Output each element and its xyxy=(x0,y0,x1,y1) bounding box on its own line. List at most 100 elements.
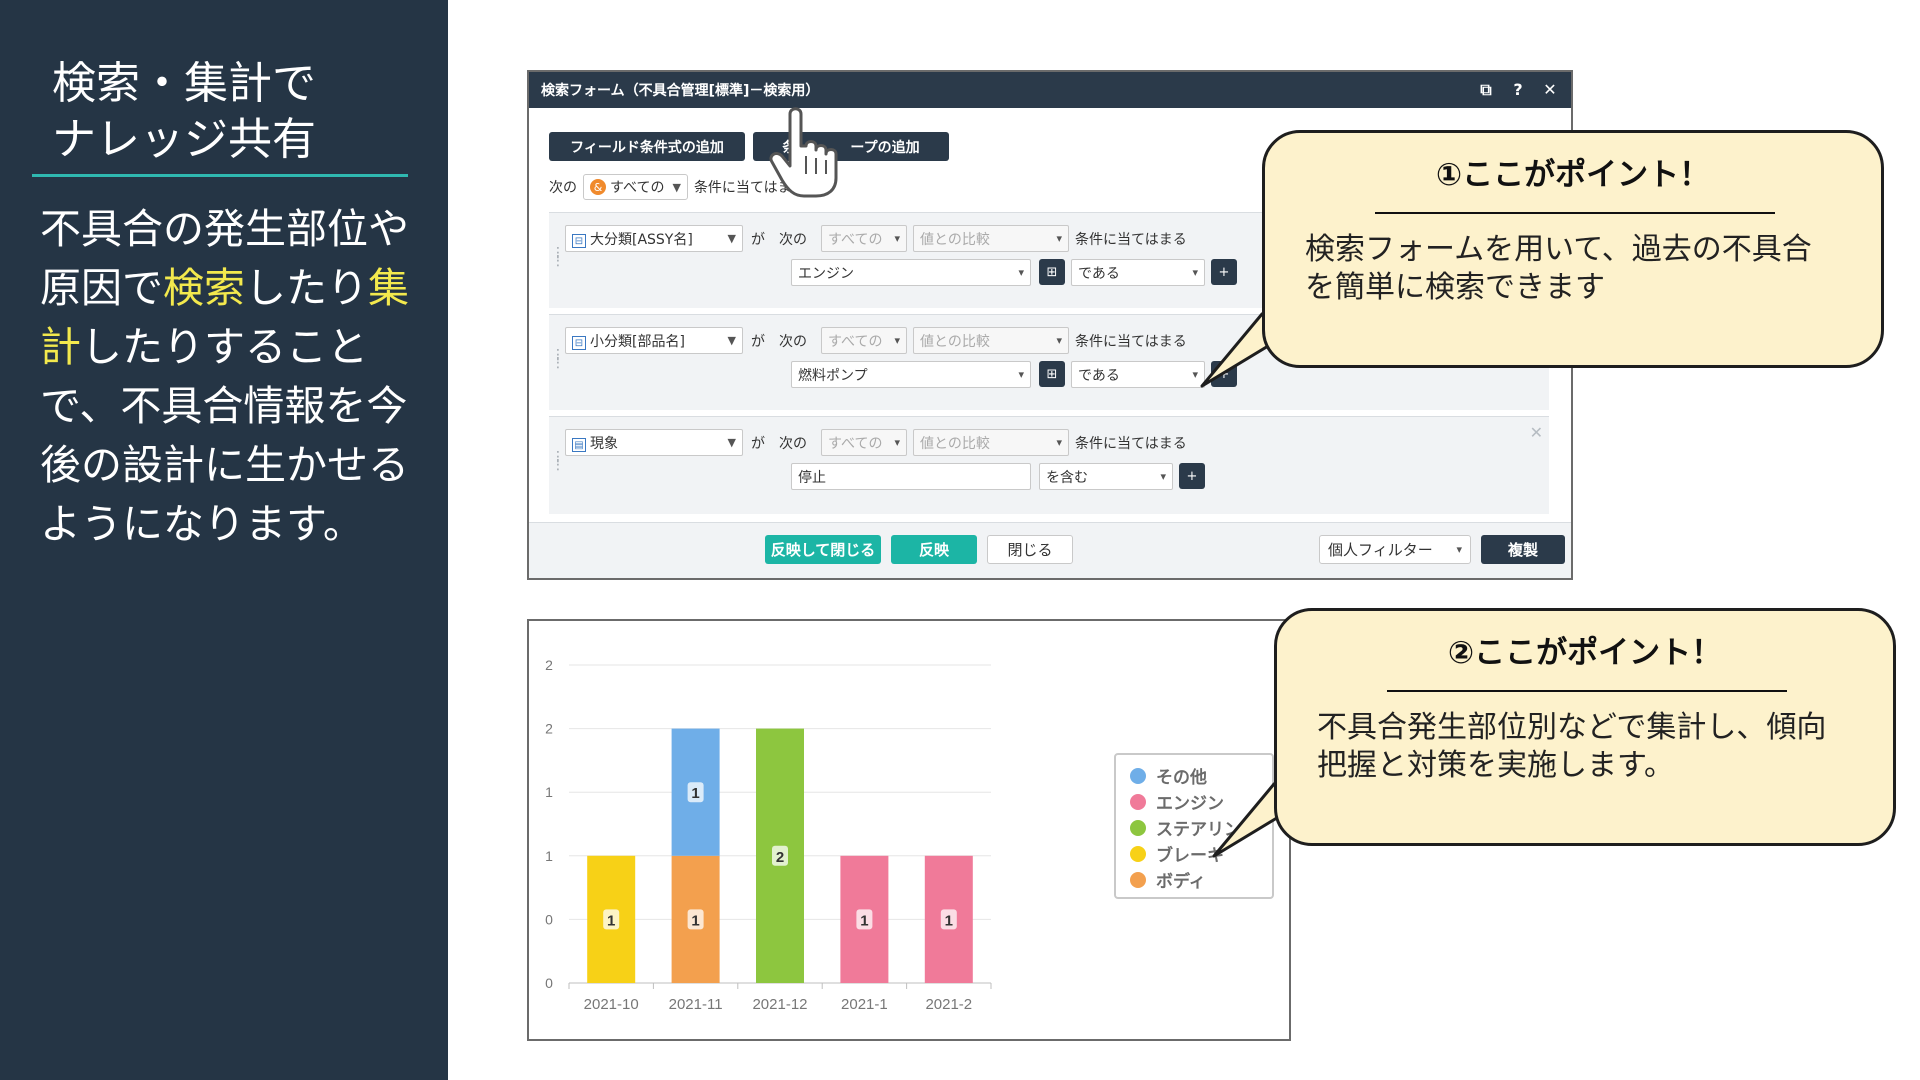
body-seg: したりすること xyxy=(81,323,368,371)
chevron-down-icon: ▾ xyxy=(1056,232,1062,245)
tsugi-label: 次の xyxy=(779,231,807,248)
y-tick-label: 0 xyxy=(545,975,553,991)
condition-operator-value: を含む xyxy=(1046,469,1088,486)
condition-compare-value: 値との比較 xyxy=(920,333,990,350)
add-value-icon[interactable]: + xyxy=(1211,259,1237,285)
callout-point-2: ②ここがポイント！ 不具合発生部位別などで集計し、傾向 把握と対策を実施します。 xyxy=(1274,608,1896,846)
left-panel: 検索・集計で ナレッジ共有 不具合の発生部位や 原因で検索したり集 計したりする… xyxy=(0,0,448,1080)
drag-handle-icon[interactable]: ⋮ ⋮ xyxy=(551,348,565,370)
legend-item-body[interactable]: ボディ xyxy=(1130,867,1206,892)
callout1-rule xyxy=(1375,212,1775,214)
legend-item-other[interactable]: その他 xyxy=(1130,763,1207,788)
condition-operator-select[interactable]: を含む ▾ xyxy=(1039,463,1173,490)
y-tick-label: 0 xyxy=(545,911,553,927)
condition-all-select[interactable]: すべての ▾ xyxy=(821,225,907,252)
chevron-down-icon: ▼ xyxy=(727,334,736,347)
apply-button[interactable]: 反映 xyxy=(891,535,977,564)
body-seg: 原因で xyxy=(40,264,163,312)
slide-title: 検索・集計で ナレッジ共有 xyxy=(52,56,316,168)
legend-swatch xyxy=(1130,871,1146,888)
legend-item-engine[interactable]: エンジン xyxy=(1130,789,1224,814)
help-icon[interactable]: ? xyxy=(1509,80,1527,100)
pointer-hand-icon xyxy=(769,107,838,198)
body-line-6: ようになります。 xyxy=(40,495,440,554)
close-icon[interactable]: ✕ xyxy=(1541,80,1559,100)
add-value-icon[interactable]: + xyxy=(1179,463,1205,489)
chevron-down-icon: ▼ xyxy=(672,180,681,194)
condition-all-value: すべての xyxy=(828,333,883,350)
data-label: 1 xyxy=(691,785,699,802)
condition-value: 停止 xyxy=(798,469,826,486)
condition-compare-value: 値との比較 xyxy=(920,435,990,452)
callout1-text-line2: を簡単に検索できます xyxy=(1305,270,1605,305)
legend-swatch xyxy=(1130,767,1146,784)
body-seg: で、不具合情報を今 xyxy=(40,382,408,430)
expand-icon[interactable]: ⧉ xyxy=(1477,80,1495,100)
legend-item-brake[interactable]: ブレーキ xyxy=(1130,841,1224,866)
field-icon: ▤ xyxy=(572,438,586,452)
data-label: 1 xyxy=(945,912,953,929)
condition-field-value: 大分類[ASSY名] xyxy=(590,231,693,248)
condition-operator-select[interactable]: である ▾ xyxy=(1071,259,1205,286)
condition-field-value: 小分類[部品名] xyxy=(590,333,685,350)
drag-handle-icon[interactable]: ⋮ ⋮ xyxy=(551,450,565,472)
condition-value-input[interactable]: 停止 xyxy=(791,463,1031,490)
condition-all-value: すべての xyxy=(828,231,883,248)
condition-value-select[interactable]: エンジン ▾ xyxy=(791,259,1031,286)
condition-compare-select[interactable]: 値との比較 ▾ xyxy=(913,225,1069,252)
y-tick-label: 2 xyxy=(545,657,553,673)
data-label: 1 xyxy=(860,912,868,929)
close-button[interactable]: 閉じる xyxy=(987,535,1073,564)
lookup-icon[interactable]: ⊞ xyxy=(1039,259,1065,285)
body-seg: 後の設計に生かせる xyxy=(40,441,409,489)
titlebar-icons: ⧉ ? ✕ xyxy=(1477,80,1559,100)
condition-all-select[interactable]: すべての ▾ xyxy=(821,327,907,354)
condition-operator-value: である xyxy=(1078,265,1120,282)
lookup-icon[interactable]: ⊞ xyxy=(1039,361,1065,387)
condition-operator-select[interactable]: である ▾ xyxy=(1071,361,1205,388)
chevron-down-icon: ▼ xyxy=(727,232,736,245)
chevron-down-icon: ▾ xyxy=(1192,368,1198,381)
tsugi-label: 次の xyxy=(779,435,807,452)
condition-all-value: すべての xyxy=(828,435,883,452)
personal-filter-select[interactable]: 個人フィルター ▾ xyxy=(1319,535,1471,564)
legend-swatch xyxy=(1130,793,1146,810)
body-seg: 不具合の発生部位や xyxy=(40,205,409,253)
chevron-down-icon: ▾ xyxy=(1056,334,1062,347)
add-group-label-tail: ープの追加 xyxy=(850,139,920,156)
drag-handle-icon[interactable]: ⋮ ⋮ xyxy=(551,246,565,268)
legend-swatch xyxy=(1130,819,1146,836)
condition-block-3: ✕ ⋮ ⋮ ▤ 現象 ▼ が 次の すべての ▾ 値との比較 ▾ 条件に当てはまる 停止… xyxy=(549,416,1549,514)
x-tick-label: 2021-1 xyxy=(841,996,888,1013)
ga-label: が xyxy=(751,435,765,452)
ga-label: が xyxy=(751,231,765,248)
callout1-title: ①ここがポイント！ xyxy=(1435,157,1711,193)
body-seg: したり xyxy=(245,264,368,312)
remove-condition-icon[interactable]: ✕ xyxy=(1530,423,1543,442)
callout2-text-line1: 不具合発生部位別などで集計し、傾向 xyxy=(1317,710,1827,745)
apply-and-close-button[interactable]: 反映して閉じる xyxy=(765,535,881,564)
condition-compare-select[interactable]: 値との比較 ▾ xyxy=(913,429,1069,456)
duplicate-button[interactable]: 複製 xyxy=(1481,535,1565,564)
x-tick-label: 2021-11 xyxy=(669,996,723,1013)
body-line-4: で、不具合情報を今 xyxy=(40,377,440,436)
body-line-5: 後の設計に生かせる xyxy=(40,436,440,495)
condition-field-select[interactable]: ⊟ 小分類[部品名] ▼ xyxy=(565,327,743,354)
condition-field-select[interactable]: ▤ 現象 ▼ xyxy=(565,429,743,456)
data-label: 1 xyxy=(691,912,699,929)
dialog-titlebar: 検索フォーム（不具合管理[標準]－検索用） ⧉ ? ✕ xyxy=(529,72,1571,108)
add-field-condition-button[interactable]: フィールド条件式の追加 xyxy=(549,132,745,161)
condition-all-select[interactable]: すべての ▾ xyxy=(821,429,907,456)
callout2-text-line2: 把握と対策を実施します。 xyxy=(1317,748,1674,783)
condition-value: 燃料ポンプ xyxy=(798,367,868,384)
legend-label: ボディ xyxy=(1156,872,1206,892)
match-prefix: 次の xyxy=(549,180,577,196)
match-mode-select[interactable]: & すべての ▼ xyxy=(583,174,688,200)
chevron-down-icon: ▾ xyxy=(894,436,900,449)
ga-label: が xyxy=(751,333,765,350)
condition-value-select[interactable]: 燃料ポンプ ▾ xyxy=(791,361,1031,388)
condition-value: エンジン xyxy=(798,265,854,282)
condition-compare-select[interactable]: 値との比較 ▾ xyxy=(913,327,1069,354)
dialog-title: 検索フォーム（不具合管理[標準]－検索用） xyxy=(541,83,820,99)
condition-field-select[interactable]: ⊟ 大分類[ASSY名] ▼ xyxy=(565,225,743,252)
